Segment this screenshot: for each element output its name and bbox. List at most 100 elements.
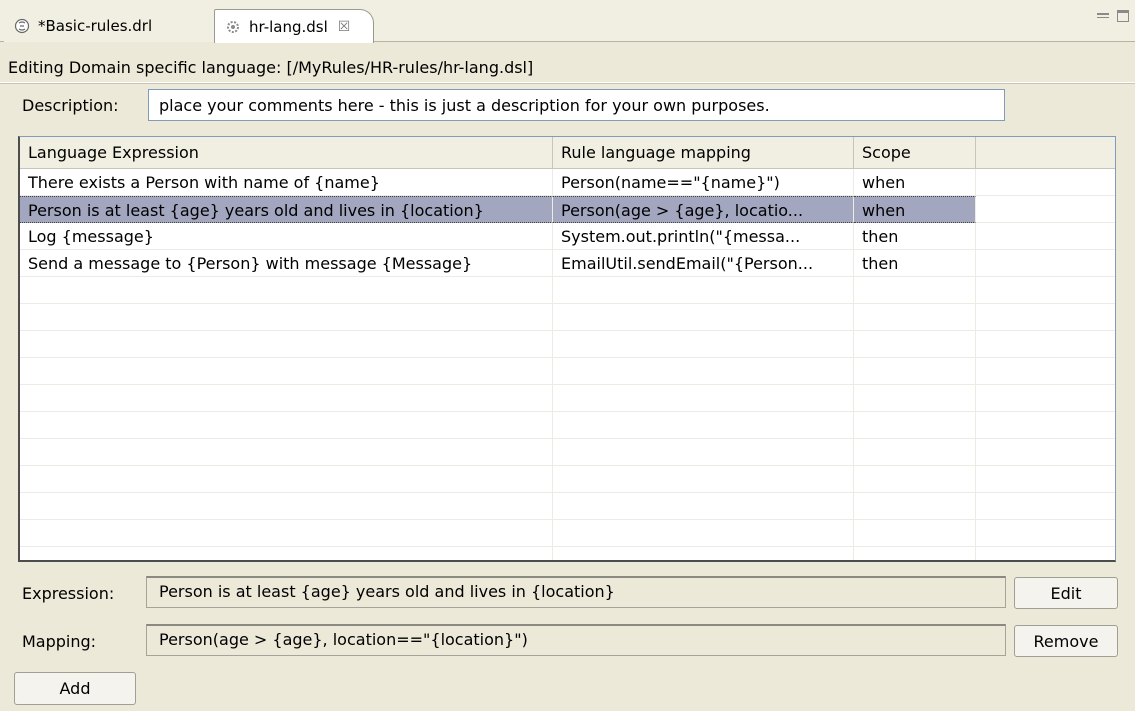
cell-empty xyxy=(976,277,1115,304)
cell-rule-mapping xyxy=(553,385,854,412)
cell-scope xyxy=(854,493,976,520)
cell-empty xyxy=(976,493,1115,520)
cell-language-expression xyxy=(20,277,553,304)
table-row[interactable] xyxy=(20,412,1115,439)
cell-empty xyxy=(976,169,1115,196)
cell-language-expression xyxy=(20,358,553,385)
expression-field[interactable]: Person is at least {age} years old and l… xyxy=(146,576,1006,608)
maximize-icon[interactable] xyxy=(1117,10,1129,22)
cell-scope xyxy=(854,304,976,331)
drools-file-icon xyxy=(14,18,30,34)
tab-hr-lang-dsl[interactable]: hr-lang.dsl ☒ xyxy=(214,9,374,43)
cell-empty xyxy=(976,547,1115,560)
cell-empty xyxy=(976,520,1115,547)
table-row[interactable] xyxy=(20,277,1115,304)
cell-language-expression xyxy=(20,331,553,358)
cell-scope xyxy=(854,520,976,547)
cell-scope xyxy=(854,412,976,439)
cell-empty xyxy=(976,250,1115,277)
cell-language-expression: Send a message to {Person} with message … xyxy=(20,250,553,277)
cell-scope xyxy=(854,439,976,466)
dsl-mapping-table[interactable]: Language Expression Rule language mappin… xyxy=(18,136,1116,562)
cell-rule-mapping xyxy=(553,277,854,304)
tab-label: hr-lang.dsl xyxy=(249,17,328,36)
column-header-scope[interactable]: Scope xyxy=(854,137,976,169)
table-row[interactable] xyxy=(20,304,1115,331)
cell-language-expression: Person is at least {age} years old and l… xyxy=(20,196,553,223)
cell-language-expression: Log {message} xyxy=(20,223,553,250)
cell-empty xyxy=(976,439,1115,466)
add-button[interactable]: Add xyxy=(14,672,136,705)
edit-button[interactable]: Edit xyxy=(1014,577,1118,609)
tab-basic-rules[interactable]: *Basic-rules.drl xyxy=(4,10,214,42)
cell-language-expression xyxy=(20,520,553,547)
table-row[interactable] xyxy=(20,385,1115,412)
cell-rule-mapping: System.out.println("{messa... xyxy=(553,223,854,250)
cell-empty xyxy=(976,304,1115,331)
table-row[interactable] xyxy=(20,331,1115,358)
cell-rule-mapping xyxy=(553,466,854,493)
cell-rule-mapping: Person(name=="{name}") xyxy=(553,169,854,196)
description-input[interactable] xyxy=(148,89,1005,121)
minimize-icon[interactable] xyxy=(1097,13,1109,18)
table-row[interactable] xyxy=(20,493,1115,520)
cell-empty xyxy=(976,412,1115,439)
cell-empty xyxy=(976,196,1115,223)
cell-rule-mapping xyxy=(553,358,854,385)
table-row[interactable]: There exists a Person with name of {name… xyxy=(20,169,1115,196)
cell-scope xyxy=(854,547,976,560)
cell-scope xyxy=(854,385,976,412)
cell-scope xyxy=(854,277,976,304)
mapping-label: Mapping: xyxy=(22,632,97,651)
table-row[interactable] xyxy=(20,466,1115,493)
cell-language-expression xyxy=(20,547,553,560)
cell-language-expression xyxy=(20,439,553,466)
cell-language-expression xyxy=(20,466,553,493)
tab-label: *Basic-rules.drl xyxy=(38,17,153,35)
table-row[interactable] xyxy=(20,520,1115,547)
cell-language-expression xyxy=(20,304,553,331)
cell-empty xyxy=(976,331,1115,358)
cell-empty xyxy=(976,466,1115,493)
cell-rule-mapping: Person(age > {age}, locatio... xyxy=(553,196,854,223)
cell-empty xyxy=(976,385,1115,412)
cell-empty xyxy=(976,358,1115,385)
cell-rule-mapping xyxy=(553,520,854,547)
cell-rule-mapping xyxy=(553,331,854,358)
cell-rule-mapping xyxy=(553,304,854,331)
expression-label: Expression: xyxy=(22,584,115,603)
mapping-field[interactable]: Person(age > {age}, location=="{location… xyxy=(146,624,1006,656)
column-header-empty xyxy=(976,137,1115,169)
column-header-rule-mapping[interactable]: Rule language mapping xyxy=(553,137,854,169)
table-row[interactable] xyxy=(20,358,1115,385)
table-row[interactable] xyxy=(20,439,1115,466)
cell-scope xyxy=(854,331,976,358)
cell-language-expression xyxy=(20,412,553,439)
cell-rule-mapping xyxy=(553,412,854,439)
cell-language-expression: There exists a Person with name of {name… xyxy=(20,169,553,196)
cell-scope: when xyxy=(854,196,976,223)
window-controls xyxy=(1097,10,1129,22)
dsl-gear-icon xyxy=(225,19,241,35)
cell-scope: then xyxy=(854,223,976,250)
cell-scope: then xyxy=(854,250,976,277)
description-label: Description: xyxy=(22,96,119,115)
column-header-language-expression[interactable]: Language Expression xyxy=(20,137,553,169)
table-row[interactable]: Person is at least {age} years old and l… xyxy=(20,196,1115,223)
cell-language-expression xyxy=(20,385,553,412)
cell-empty xyxy=(976,223,1115,250)
table-row[interactable]: Log {message} System.out.println("{messa.… xyxy=(20,223,1115,250)
cell-rule-mapping: EmailUtil.sendEmail("{Person... xyxy=(553,250,854,277)
remove-button[interactable]: Remove xyxy=(1014,625,1118,657)
cell-scope xyxy=(854,358,976,385)
cell-scope xyxy=(854,466,976,493)
separator xyxy=(0,82,1135,84)
cell-scope: when xyxy=(854,169,976,196)
cell-rule-mapping xyxy=(553,547,854,560)
editor-tab-bar: *Basic-rules.drl hr-lang.dsl ☒ xyxy=(0,0,1135,43)
table-row[interactable]: Send a message to {Person} with message … xyxy=(20,250,1115,277)
table-row[interactable] xyxy=(20,547,1115,560)
table-header: Language Expression Rule language mappin… xyxy=(20,137,1115,169)
close-tab-icon[interactable]: ☒ xyxy=(338,19,351,35)
cell-rule-mapping xyxy=(553,439,854,466)
